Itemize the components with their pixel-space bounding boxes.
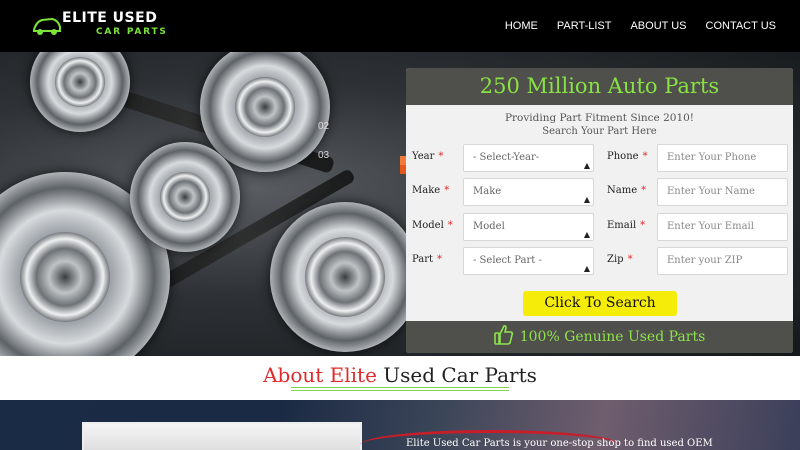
model-select[interactable]: Model▲▼ <box>463 213 594 241</box>
form-instruction: Search Your Part Here <box>542 126 657 137</box>
title-underline <box>291 387 509 391</box>
form-subtitle: Providing Part Fitment Since 2010! <box>504 112 695 124</box>
slide-indicators: 02 03 <box>318 112 329 170</box>
form-title: 250 Million Auto Parts <box>479 74 720 98</box>
slide-indicator-02[interactable]: 02 <box>318 112 329 141</box>
make-label: Make * <box>412 185 450 196</box>
nav-part-list[interactable]: PART-LIST <box>557 20 612 32</box>
slide-indicator-03[interactable]: 03 <box>318 141 329 170</box>
car-logo-icon <box>33 17 61 35</box>
about-text: Elite Used Car Parts is your one-stop sh… <box>406 438 713 449</box>
engine-pulley <box>235 77 295 137</box>
form-header: 250 Million Auto Parts <box>406 68 793 105</box>
genuine-parts-text: 100% Genuine Used Parts <box>519 329 706 345</box>
part-search-form: 250 Million Auto Parts Providing Part Fi… <box>406 68 793 353</box>
about-title-highlight: About Elite <box>263 363 377 387</box>
about-photo <box>82 422 362 450</box>
select-caret-icon: ▲▼ <box>583 230 590 239</box>
name-label: Name * <box>607 185 647 196</box>
zip-input[interactable]: Enter your ZIP <box>657 247 788 275</box>
search-button[interactable]: Click To Search <box>523 291 677 316</box>
zip-label: Zip * <box>607 254 633 265</box>
phone-input[interactable]: Enter Your Phone <box>657 144 788 172</box>
year-select[interactable]: - Select-Year-▲▼ <box>463 144 594 172</box>
site-header: ELITE USED CAR PARTS HOME PART-LIST ABOU… <box>0 0 800 52</box>
part-select[interactable]: - Select Part -▲▼ <box>463 247 594 275</box>
email-label: Email * <box>607 220 646 231</box>
nav-contact-us[interactable]: CONTACT US <box>706 20 777 32</box>
engine-pulley <box>20 232 110 322</box>
about-title-rest: Used Car Parts <box>376 363 537 387</box>
form-row-year-phone: Year* - Select-Year-▲▼ Phone* Enter Your… <box>406 144 793 172</box>
brand-logo[interactable]: ELITE USED CAR PARTS <box>32 10 172 42</box>
brand-tagline: CAR PARTS <box>96 27 168 37</box>
main-nav: HOME PART-LIST ABOUT US CONTACT US <box>486 0 776 52</box>
make-select[interactable]: Make▲▼ <box>463 178 594 206</box>
about-section: About Elite Used Car Parts <box>0 356 800 400</box>
phone-label: Phone * <box>607 151 648 162</box>
form-row-make-name: Make* Make▲▼ Name* Enter Your Name <box>406 178 793 206</box>
brand-name: ELITE USED <box>62 10 158 26</box>
form-row-part-zip: Part* - Select Part -▲▼ Zip* Enter your … <box>406 247 793 275</box>
part-label: Part * <box>412 254 443 265</box>
about-content: Elite Used Car Parts is your one-stop sh… <box>0 400 800 450</box>
nav-home[interactable]: HOME <box>505 20 538 32</box>
nav-about-us[interactable]: ABOUT US <box>630 20 686 32</box>
model-label: Model * <box>412 220 453 231</box>
select-caret-icon: ▲▼ <box>583 264 590 273</box>
engine-pulley <box>305 237 385 317</box>
name-input[interactable]: Enter Your Name <box>657 178 788 206</box>
engine-pulley <box>160 172 210 222</box>
thumbs-up-icon <box>493 324 513 345</box>
form-row-model-email: Model* Model▲▼ Email* Enter Your Email <box>406 213 793 241</box>
form-footer: 100% Genuine Used Parts <box>406 321 793 353</box>
email-input[interactable]: Enter Your Email <box>657 213 788 241</box>
engine-pulley <box>55 57 105 107</box>
year-label: Year * <box>412 151 444 162</box>
select-caret-icon: ▲▼ <box>583 161 590 170</box>
select-caret-icon: ▲▼ <box>583 195 590 204</box>
